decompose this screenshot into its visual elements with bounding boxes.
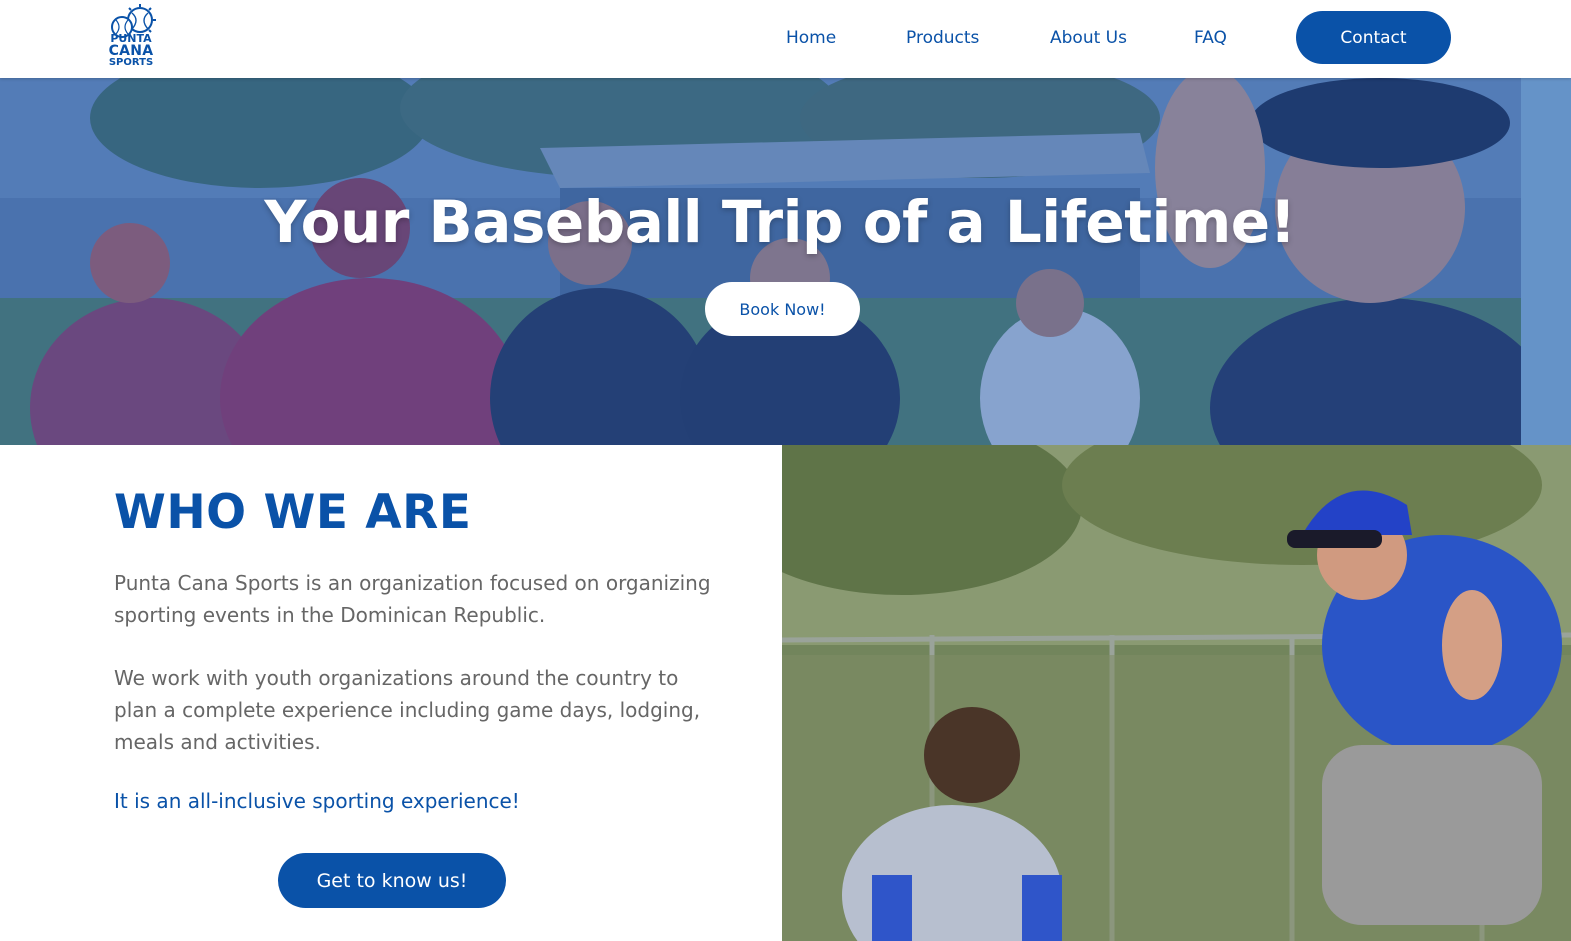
- who-paragraph-1: Punta Cana Sports is an organization foc…: [114, 571, 711, 627]
- who-we-are-section: WHO WE ARE Punta Cana Sports is an organ…: [0, 445, 782, 941]
- contact-button[interactable]: Contact: [1296, 11, 1451, 64]
- hero-blue-overlay: [0, 78, 1521, 445]
- hero-title: Your Baseball Trip of a Lifetime!: [264, 188, 1296, 256]
- site-header: PUNTA CANA SPORTS Home Products About Us…: [0, 0, 1571, 78]
- hero-banner: Your Baseball Trip of a Lifetime! Book N…: [0, 78, 1571, 445]
- get-to-know-us-button[interactable]: Get to know us!: [278, 853, 506, 908]
- nav-products[interactable]: Products: [906, 28, 979, 48]
- book-now-button[interactable]: Book Now!: [705, 282, 860, 336]
- nav-home[interactable]: Home: [786, 28, 836, 48]
- logo-line-sports: SPORTS: [108, 57, 154, 68]
- coach-and-player-photo: [782, 445, 1571, 941]
- hero-side-strip: [1521, 78, 1571, 445]
- nav-faq[interactable]: FAQ: [1194, 28, 1227, 48]
- punta-cana-sports-logo[interactable]: PUNTA CANA SPORTS: [106, 3, 162, 69]
- nav-about-us[interactable]: About Us: [1050, 28, 1127, 48]
- who-paragraph-2: We work with youth organizations around …: [114, 666, 701, 754]
- who-we-are-title: WHO WE ARE: [114, 485, 472, 540]
- logo-wordmark: PUNTA CANA SPORTS: [106, 33, 156, 68]
- coach-player-image: [782, 445, 1571, 941]
- logo-line-cana: CANA: [108, 43, 154, 59]
- who-highlight-text: It is an all-inclusive sporting experien…: [114, 789, 520, 813]
